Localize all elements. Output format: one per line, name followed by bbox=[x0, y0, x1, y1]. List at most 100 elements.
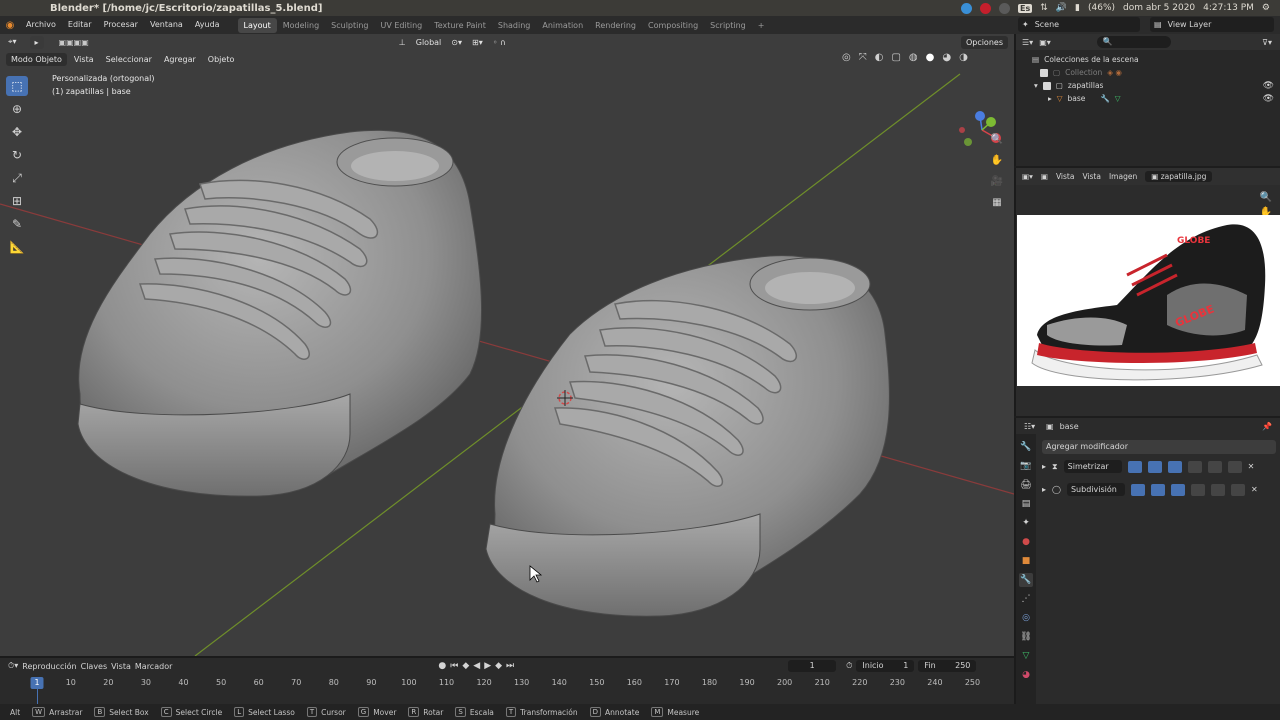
gizmo-toggle-icon[interactable]: ⤧ bbox=[859, 52, 867, 63]
prev-keyframe-icon[interactable]: ◆ bbox=[462, 661, 469, 671]
view-layer-tab-icon[interactable]: ▤ bbox=[1019, 497, 1033, 511]
annotate-tool-icon[interactable]: ✎ bbox=[6, 214, 28, 234]
outliner-search-input[interactable]: 🔍 bbox=[1096, 36, 1171, 48]
menu-ventana[interactable]: Ventana bbox=[144, 16, 189, 34]
move-down-icon[interactable] bbox=[1227, 460, 1242, 473]
camera-toggle-icon[interactable] bbox=[1127, 460, 1142, 473]
grid-toggle-icon[interactable]: ▦ bbox=[988, 193, 1006, 211]
scene-tab-icon[interactable]: ✦ bbox=[1019, 516, 1033, 530]
display-mode-icon[interactable]: ▣▾ bbox=[1039, 38, 1051, 47]
view-layer-selector[interactable]: ▤ View Layer bbox=[1150, 17, 1274, 32]
scene-selector[interactable]: ✦ Scene bbox=[1018, 17, 1140, 32]
pivot-icon[interactable]: ⊙▾ bbox=[446, 38, 467, 47]
scale-tool-icon[interactable]: ⤢ bbox=[6, 168, 28, 188]
options-dropdown[interactable]: Opciones bbox=[960, 35, 1008, 49]
menu-vista[interactable]: Vista bbox=[69, 55, 99, 64]
realtime-toggle-icon[interactable] bbox=[1147, 460, 1162, 473]
tab-sculpting[interactable]: Sculpting bbox=[325, 18, 374, 33]
modifier-name-field[interactable]: Subdivisión bbox=[1066, 483, 1125, 496]
play-reverse-icon[interactable]: ◀ bbox=[473, 661, 480, 671]
world-tab-icon[interactable]: ● bbox=[1019, 535, 1033, 549]
physics-tab-icon[interactable]: ◎ bbox=[1019, 611, 1033, 625]
particles-tab-icon[interactable]: ⋰ bbox=[1019, 592, 1033, 606]
blender-logo-icon[interactable]: ◉ bbox=[0, 20, 20, 31]
menu-claves[interactable]: Claves bbox=[81, 662, 108, 671]
tab-scripting[interactable]: Scripting bbox=[704, 18, 752, 33]
remove-modifier-icon[interactable]: ✕ bbox=[1248, 462, 1255, 471]
cursor-tool-icon[interactable]: ⊕ bbox=[6, 99, 28, 119]
expand-arrow-icon[interactable]: ▸ bbox=[1048, 94, 1052, 103]
3d-viewport[interactable]: ⌖▾ ▸ ▣▣▣▣ ⊥ Global ⊙▾ ⊞▾ ◦ ∩ Opciones Mo… bbox=[0, 34, 1014, 656]
menu-seleccionar[interactable]: Seleccionar bbox=[101, 55, 157, 64]
battery-icon[interactable]: ▮ bbox=[1075, 3, 1080, 13]
properties-editor-icon[interactable]: ☷▾ bbox=[1024, 422, 1035, 431]
tab-texture-paint[interactable]: Texture Paint bbox=[428, 18, 492, 33]
move-down-icon[interactable] bbox=[1230, 483, 1245, 496]
pan-hand-icon[interactable]: ✋ bbox=[988, 151, 1006, 169]
menu-vista-image[interactable]: Vista bbox=[1082, 172, 1101, 181]
playhead-frame[interactable]: 1 bbox=[30, 677, 44, 689]
select-tool-icon[interactable]: ▸ bbox=[29, 35, 44, 49]
outliner-editor-icon[interactable]: ☰▾ bbox=[1022, 38, 1033, 47]
tab-animation[interactable]: Animation bbox=[536, 18, 589, 33]
menu-editar[interactable]: Editar bbox=[62, 16, 98, 34]
date[interactable]: dom abr 5 2020 bbox=[1123, 3, 1195, 13]
mode-dropdown[interactable]: Modo Objeto bbox=[6, 52, 67, 66]
modifier-subdivision[interactable]: ▸ ◯ Subdivisión ✕ bbox=[1042, 481, 1276, 498]
material-tab-icon[interactable]: ◕ bbox=[1019, 668, 1033, 682]
network-icon[interactable]: ⇅ bbox=[1040, 3, 1048, 13]
move-up-icon[interactable] bbox=[1210, 483, 1225, 496]
editmode-toggle-icon[interactable] bbox=[1170, 483, 1185, 496]
current-frame-field[interactable]: 1 bbox=[788, 660, 837, 672]
visibility-eye-icon[interactable]: 👁 bbox=[1263, 94, 1274, 104]
preview-range-icon[interactable]: ⏱ bbox=[846, 661, 852, 671]
select-mode-icons[interactable]: ▣▣▣▣ bbox=[54, 38, 94, 47]
end-frame-field[interactable]: Fin 250 bbox=[918, 660, 977, 672]
chrome-icon[interactable] bbox=[999, 2, 1011, 14]
camera-toggle-icon[interactable] bbox=[1130, 483, 1145, 496]
keyboard-layout-indicator[interactable]: Es bbox=[1018, 3, 1033, 13]
app-icon[interactable] bbox=[980, 2, 992, 14]
menu-objeto[interactable]: Objeto bbox=[203, 55, 240, 64]
jump-start-icon[interactable]: ⏮ bbox=[450, 661, 458, 671]
overlays-icon[interactable]: ◐ bbox=[875, 52, 884, 63]
camera-view-icon[interactable]: 🎥 bbox=[988, 172, 1006, 190]
tab-shading[interactable]: Shading bbox=[492, 18, 537, 33]
menu-ayuda[interactable]: Ayuda bbox=[189, 16, 226, 34]
transform-tool-icon[interactable]: ⊞ bbox=[6, 191, 28, 211]
editmode-toggle-icon[interactable] bbox=[1167, 460, 1182, 473]
cage-toggle-icon[interactable] bbox=[1187, 460, 1202, 473]
render-tab-icon[interactable]: 📷 bbox=[1019, 459, 1033, 473]
pin-icon[interactable]: 📌 bbox=[1262, 422, 1272, 431]
remove-modifier-icon[interactable]: ✕ bbox=[1251, 485, 1258, 494]
expand-arrow-icon[interactable]: ▸ bbox=[1042, 485, 1046, 494]
image-file-selector[interactable]: ▣ zapatilla.jpg bbox=[1145, 171, 1213, 182]
outliner-root-row[interactable]: ▤ Colecciones de la escena bbox=[1016, 53, 1280, 66]
rotate-tool-icon[interactable]: ↻ bbox=[6, 145, 28, 165]
editor-type-icon[interactable]: ⌖▾ bbox=[0, 37, 22, 47]
tab-layout[interactable]: Layout bbox=[237, 17, 277, 33]
orientation-dropdown[interactable]: Global bbox=[411, 38, 447, 47]
outliner-row-base[interactable]: ▸ ▽ base 🔧 ▽ 👁 bbox=[1016, 92, 1280, 105]
move-up-icon[interactable] bbox=[1207, 460, 1222, 473]
outliner-row-collection[interactable]: ▢ Collection ◈ ◉ bbox=[1016, 66, 1280, 79]
view-mode-icon[interactable]: ▣ bbox=[1041, 172, 1048, 181]
tab-uv-editing[interactable]: UV Editing bbox=[375, 18, 429, 33]
modifier-name-field[interactable]: Simetrizar bbox=[1063, 460, 1122, 473]
menu-imagen[interactable]: Imagen bbox=[1109, 172, 1137, 181]
visibility-eye-icon[interactable]: 👁 bbox=[1263, 81, 1274, 91]
dropbox-icon[interactable] bbox=[961, 2, 973, 14]
tab-rendering[interactable]: Rendering bbox=[589, 18, 642, 33]
object-tab-icon[interactable]: ■ bbox=[1019, 554, 1033, 568]
solid-shading-icon[interactable]: ● bbox=[926, 52, 935, 63]
modifier-symmetrize[interactable]: ▸ ⧗ Simetrizar ✕ bbox=[1042, 458, 1276, 475]
select-box-tool-icon[interactable]: ⬚ bbox=[6, 76, 28, 96]
start-frame-field[interactable]: Inicio 1 bbox=[856, 660, 915, 672]
tool-tab-icon[interactable]: 🔧 bbox=[1019, 440, 1033, 454]
proportional-icon[interactable]: ◦ ∩ bbox=[488, 38, 511, 47]
zapatillas-checkbox[interactable] bbox=[1042, 81, 1051, 90]
constraints-tab-icon[interactable]: ⛓ bbox=[1019, 630, 1033, 644]
transform-orientation-icon[interactable]: ⊥ bbox=[394, 38, 411, 47]
output-tab-icon[interactable]: 🖨 bbox=[1019, 478, 1033, 492]
expand-arrow-icon[interactable]: ▸ bbox=[1042, 462, 1046, 471]
